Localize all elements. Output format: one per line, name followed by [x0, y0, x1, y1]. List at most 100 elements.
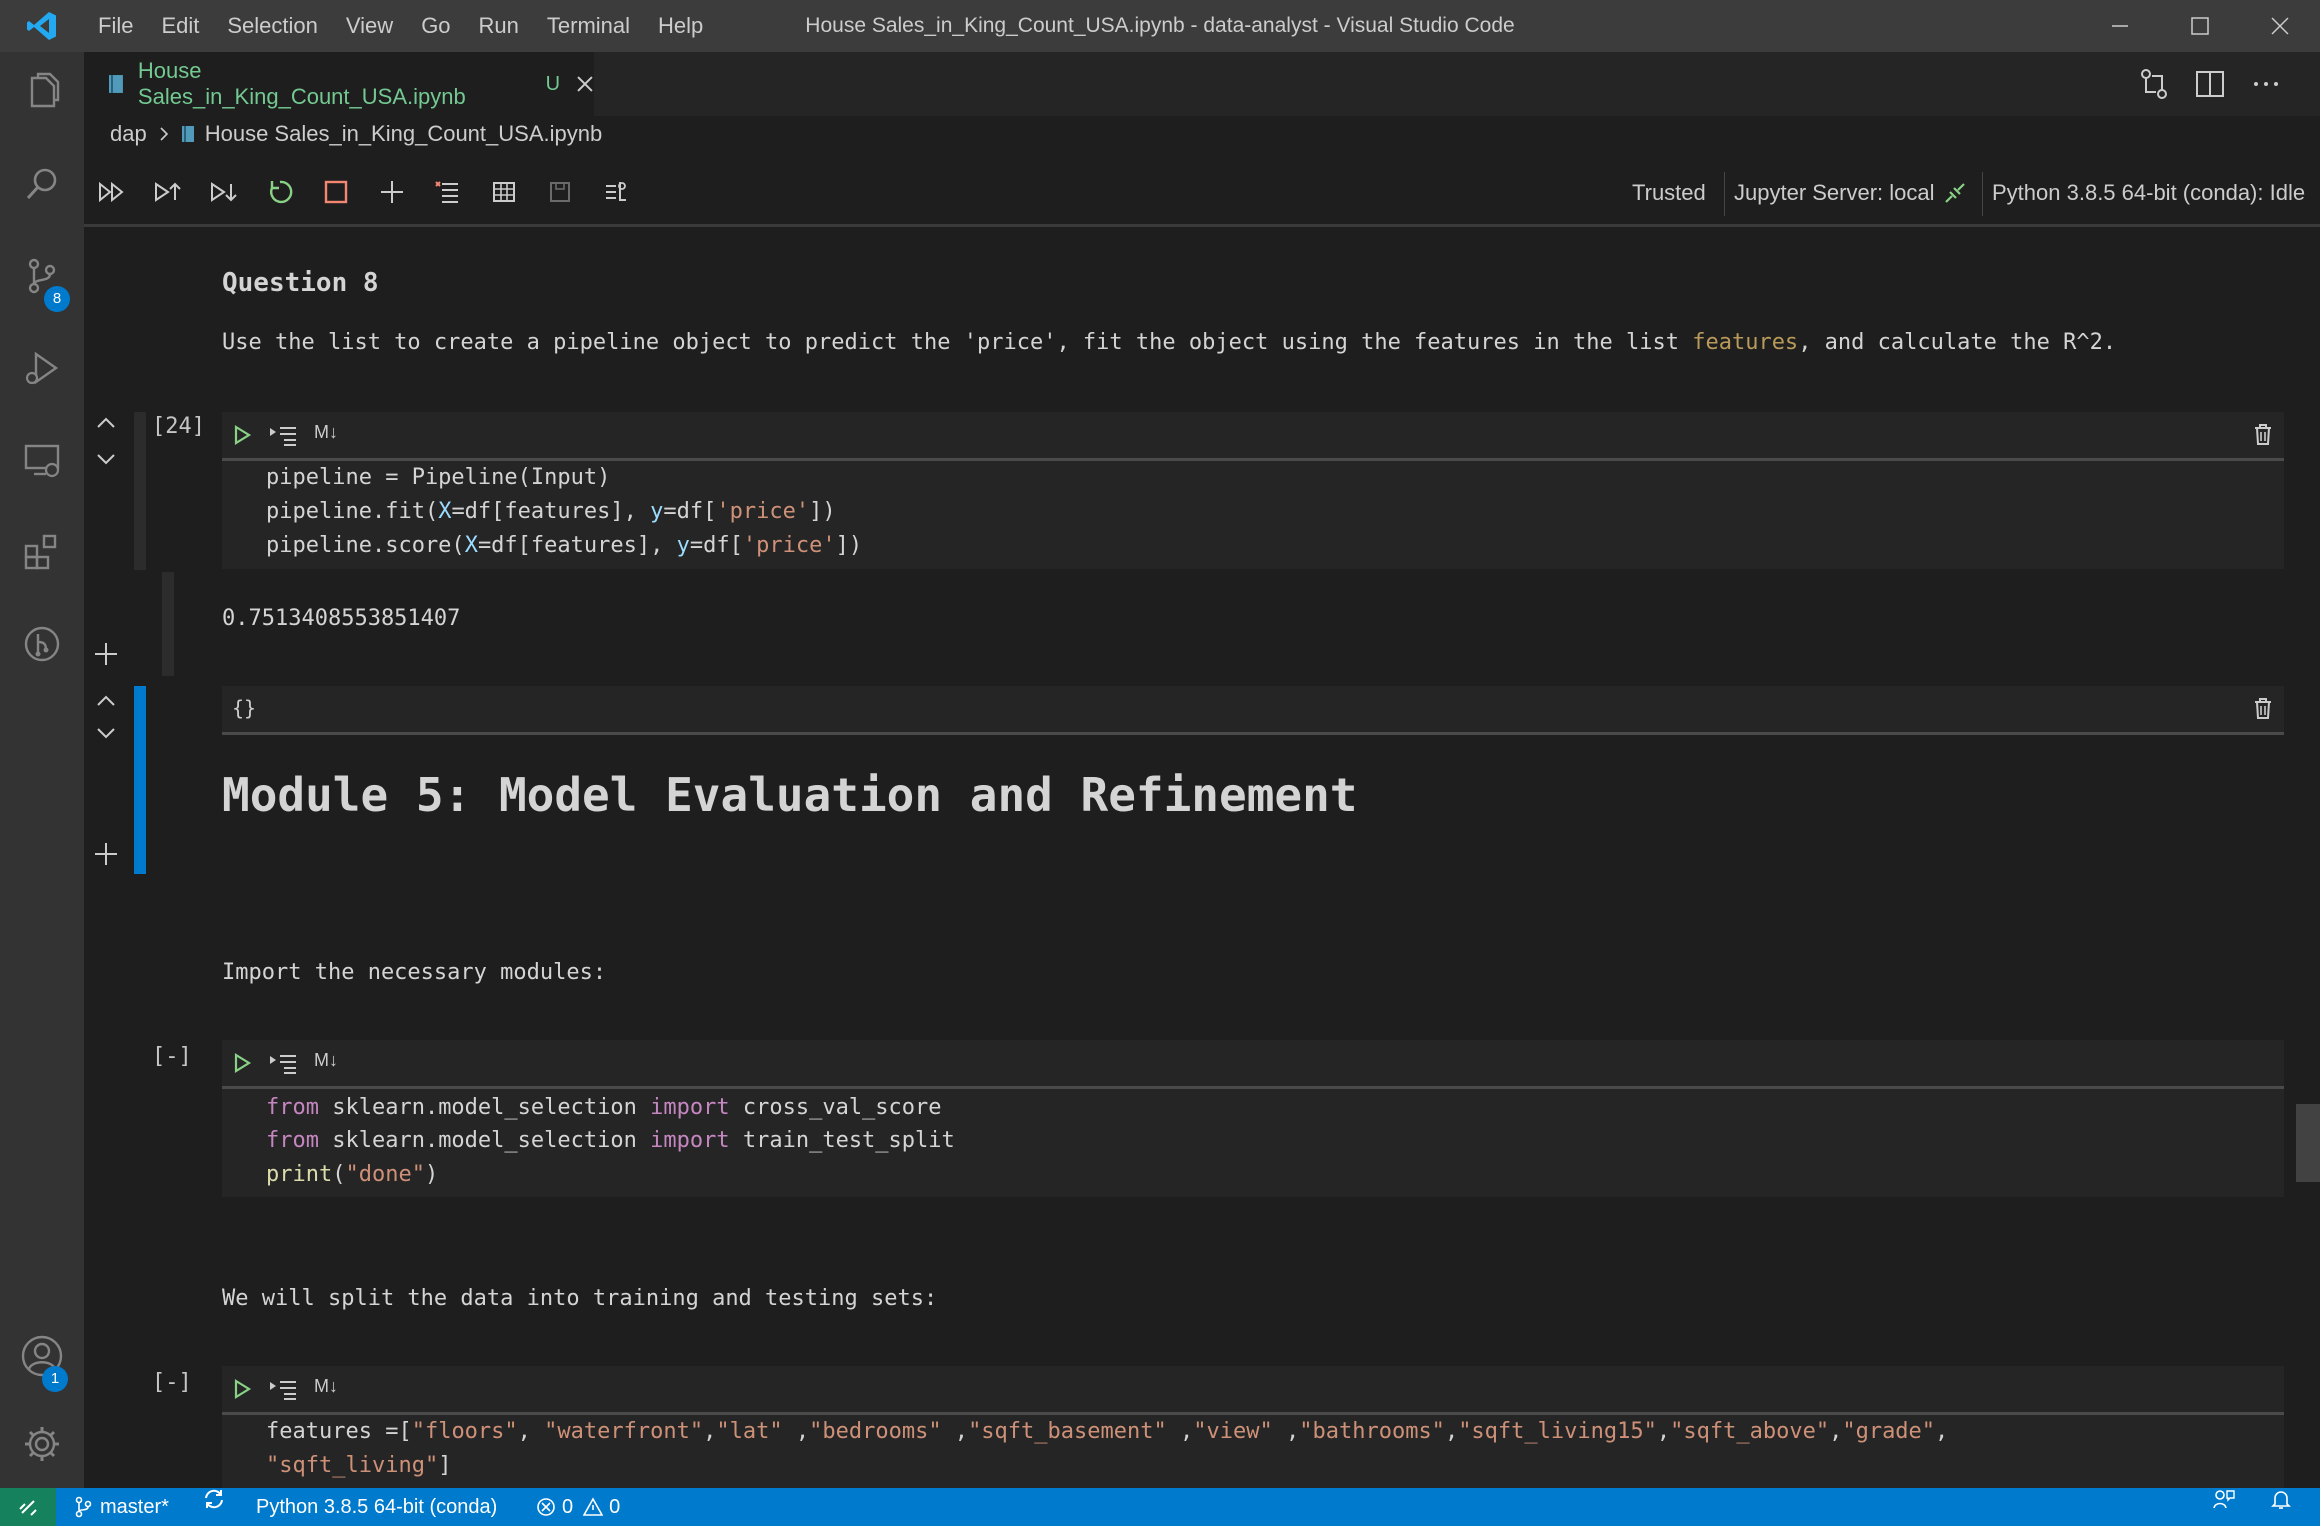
output-gutter-bar	[162, 572, 174, 676]
toolbar-separator	[1724, 172, 1725, 216]
move-cell-up-icon[interactable]	[92, 690, 120, 717]
add-cell-icon[interactable]	[372, 172, 412, 212]
cell-toolbar: M↓	[222, 412, 2284, 461]
vertical-scrollbar-thumb[interactable]	[2296, 1104, 2320, 1182]
search-icon[interactable]	[0, 144, 84, 224]
run-cell-icon[interactable]	[232, 1378, 252, 1400]
accounts-icon[interactable]: 1	[0, 1316, 84, 1396]
breadcrumb: dap House Sales_in_King_Count_USA.ipynb	[110, 116, 602, 152]
python-interpreter[interactable]: Python 3.8.5 64-bit (conda)	[256, 1488, 497, 1526]
code-line: "sqft_living"]	[266, 1453, 452, 1478]
module-heading: Module 5: Model Evaluation and Refinemen…	[222, 768, 1358, 822]
add-cell-below-icon[interactable]	[92, 640, 120, 673]
run-cell-icon[interactable]	[232, 424, 252, 446]
branch-indicator[interactable]: master*	[74, 1488, 169, 1526]
title-bar: File Edit Selection View Go Run Terminal…	[0, 0, 2320, 52]
menu-selection[interactable]: Selection	[213, 0, 332, 52]
problems-indicator[interactable]: 0 0	[536, 1488, 620, 1526]
error-count: 0	[562, 1496, 574, 1518]
move-cell-down-icon[interactable]	[92, 722, 120, 749]
server-connected-icon	[1942, 180, 1968, 211]
breadcrumb-folder[interactable]: dap	[110, 121, 147, 147]
move-cell-down-icon[interactable]	[92, 448, 120, 475]
delete-cell-icon[interactable]	[2252, 696, 2274, 720]
remote-indicator[interactable]	[0, 1488, 56, 1526]
tab-notebook[interactable]: House Sales_in_King_Count_USA.ipynb U	[84, 52, 594, 116]
branch-icon	[75, 1496, 92, 1518]
run-by-line-icon[interactable]	[268, 1378, 298, 1400]
sync-changes-icon[interactable]	[202, 1488, 226, 1510]
feedback-icon[interactable]	[2212, 1488, 2236, 1510]
add-cell-below-icon[interactable]	[92, 840, 120, 873]
cell-code-editor[interactable]: features =["floors", "waterfront","lat" …	[222, 1415, 2284, 1488]
split-editor-icon[interactable]	[2192, 66, 2228, 102]
cell-output: 0.7513408553851407	[222, 606, 461, 631]
cell-code-editor[interactable]: from sklearn.model_selection import cros…	[222, 1089, 2284, 1197]
close-window-button[interactable]	[2240, 0, 2320, 52]
activity-bar: 8 1	[0, 52, 84, 1488]
maximize-button[interactable]	[2160, 0, 2240, 52]
change-to-markdown-button[interactable]: M↓	[314, 422, 338, 443]
code-line: pipeline = Pipeline(Input)	[266, 465, 611, 490]
notebook-toolbar: Trusted Jupyter Server: local Python 3.8…	[84, 158, 2320, 227]
minimize-button[interactable]	[2080, 0, 2160, 52]
run-below-icon[interactable]	[204, 172, 244, 212]
tab-untracked-status: U	[545, 72, 561, 95]
delete-cell-icon[interactable]	[2252, 422, 2274, 446]
menu-run[interactable]: Run	[465, 0, 533, 52]
menu-edit[interactable]: Edit	[147, 0, 213, 52]
move-cell-up-icon[interactable]	[92, 412, 120, 439]
code-line: pipeline.score(X=df[features], y=df['pri…	[266, 533, 863, 558]
git-graph-icon[interactable]	[0, 604, 84, 684]
code-line: from sklearn.model_selection import cros…	[266, 1095, 942, 1120]
export-icon[interactable]	[596, 172, 636, 212]
interrupt-kernel-icon[interactable]	[316, 172, 356, 212]
menu-help[interactable]: Help	[644, 0, 717, 52]
restart-kernel-icon[interactable]	[260, 172, 300, 212]
notifications-bell-icon[interactable]	[2270, 1488, 2292, 1510]
menu-terminal[interactable]: Terminal	[533, 0, 644, 52]
execution-count: [-]	[152, 1044, 192, 1069]
clear-outputs-icon[interactable]	[428, 172, 468, 212]
run-debug-icon[interactable]	[0, 328, 84, 408]
kernel-status[interactable]: Python 3.8.5 64-bit (conda): Idle	[1992, 158, 2305, 228]
change-to-markdown-button[interactable]: M↓	[314, 1376, 338, 1397]
question-text-before: Use the list to create a pipeline object…	[222, 330, 1693, 355]
accounts-badge: 1	[42, 1366, 68, 1392]
close-tab-icon[interactable]	[576, 75, 594, 93]
breadcrumb-file[interactable]: House Sales_in_King_Count_USA.ipynb	[205, 121, 602, 147]
run-cell-icon[interactable]	[232, 1052, 252, 1074]
extensions-icon[interactable]	[0, 512, 84, 592]
more-actions-icon[interactable]	[2248, 66, 2284, 102]
menu-file[interactable]: File	[84, 0, 147, 52]
source-control-icon[interactable]: 8	[0, 236, 84, 316]
change-to-code-button[interactable]: {}	[232, 696, 256, 720]
notebook-file-icon	[108, 75, 123, 93]
vscode-logo	[0, 0, 84, 52]
variables-icon[interactable]	[484, 172, 524, 212]
run-by-line-icon[interactable]	[268, 1052, 298, 1074]
error-icon	[537, 1498, 555, 1516]
run-all-cells-icon[interactable]	[92, 172, 132, 212]
notebook-file-icon	[181, 126, 194, 142]
code-line: features =["floors", "waterfront","lat" …	[266, 1419, 1949, 1444]
change-to-markdown-button[interactable]: M↓	[314, 1050, 338, 1071]
remote-explorer-icon[interactable]	[0, 420, 84, 500]
trusted-label[interactable]: Trusted	[1632, 158, 1706, 228]
menu-view[interactable]: View	[332, 0, 407, 52]
compare-changes-icon[interactable]	[2136, 66, 2172, 102]
execution-count: [24]	[152, 414, 205, 439]
question-heading: Question 8	[222, 268, 379, 298]
warning-icon	[583, 1497, 604, 1516]
settings-gear-icon[interactable]	[0, 1404, 84, 1484]
jupyter-server-status[interactable]: Jupyter Server: local	[1734, 158, 1935, 228]
menu-go[interactable]: Go	[407, 0, 464, 52]
save-icon[interactable]	[540, 172, 580, 212]
chevron-right-icon	[160, 127, 168, 141]
question-text-code: features	[1692, 330, 1799, 355]
explorer-icon[interactable]	[0, 52, 84, 132]
run-by-line-icon[interactable]	[268, 424, 298, 446]
run-above-icon[interactable]	[148, 172, 188, 212]
toolbar-separator	[1982, 172, 1983, 216]
cell-code-editor[interactable]: pipeline = Pipeline(Input) pipeline.fit(…	[222, 461, 2284, 569]
